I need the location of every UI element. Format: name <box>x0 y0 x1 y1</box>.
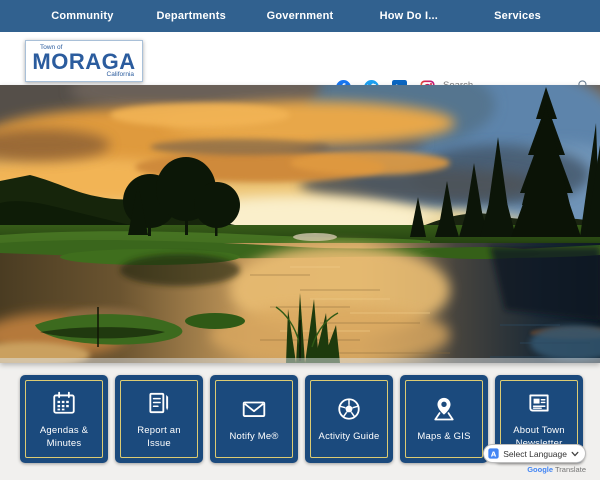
main-nav: Community Departments Government How Do … <box>0 0 600 32</box>
svg-text:A: A <box>491 450 497 458</box>
agendas-minutes-button[interactable]: Agendas & Minutes <box>20 375 108 463</box>
chevron-down-icon <box>571 450 579 458</box>
activity-guide-label: Activity Guide <box>319 431 380 444</box>
notify-me-button[interactable]: Notify Me® <box>210 375 298 463</box>
logo-california: California <box>107 71 134 78</box>
select-language-dropdown[interactable]: A Select Language <box>483 444 586 463</box>
nav-item-community[interactable]: Community <box>28 0 137 32</box>
nav-item-services[interactable]: Services <box>463 0 572 32</box>
google-translate-attribution: Google Translate <box>476 465 586 474</box>
soccer-ball-icon <box>336 394 362 424</box>
hero-image <box>0 85 600 363</box>
map-pin-icon <box>430 394 458 424</box>
envelope-icon <box>240 394 268 424</box>
translate-word: Translate <box>555 465 586 474</box>
nav-item-government[interactable]: Government <box>246 0 355 32</box>
notify-me-label: Notify Me® <box>229 431 278 444</box>
nav-item-how-do-i[interactable]: How Do I... <box>354 0 463 32</box>
activity-guide-button[interactable]: Activity Guide <box>305 375 393 463</box>
maps-gis-label: Maps & GIS <box>417 431 470 444</box>
google-wordmark: Google <box>527 465 553 474</box>
maps-gis-button[interactable]: Maps & GIS <box>400 375 488 463</box>
moraga-homepage: Community Departments Government How Do … <box>0 0 600 480</box>
calendar-icon <box>51 388 77 418</box>
report-issue-label: Report an Issue <box>124 425 194 451</box>
select-language-label: Select Language <box>503 449 567 459</box>
nav-item-departments[interactable]: Departments <box>137 0 246 32</box>
google-translate-widget: A Select Language Google Translate <box>476 444 586 474</box>
agendas-minutes-label: Agendas & Minutes <box>29 425 99 451</box>
report-issue-button[interactable]: Report an Issue <box>115 375 203 463</box>
newspaper-icon <box>526 388 552 418</box>
translate-icon: A <box>488 448 499 459</box>
site-header: Town of MORAGA California in <box>0 32 600 85</box>
document-pencil-icon <box>146 388 172 418</box>
site-logo[interactable]: Town of MORAGA California <box>25 40 143 82</box>
